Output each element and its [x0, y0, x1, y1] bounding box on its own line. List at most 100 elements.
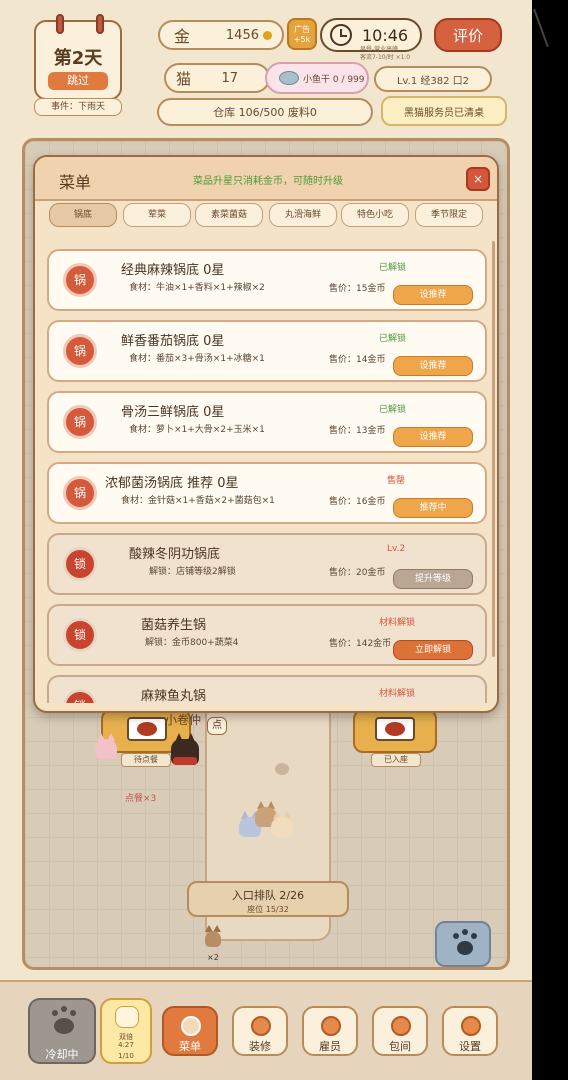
double-timer: 4:27 — [118, 1041, 134, 1049]
cat-value: 17 — [221, 70, 238, 86]
item-desc: 食材：番茄×3+骨汤×1+冰糖×1 — [129, 354, 265, 364]
queue-seats: 座位 15/32 — [247, 905, 289, 914]
ad-bonus-button[interactable]: 广告 +5k — [287, 18, 317, 50]
pot-icon: 锅 — [63, 476, 97, 510]
nav-decorate-button[interactable]: 装修 — [232, 1006, 288, 1056]
double-income-button[interactable]: 双倍 4:27 1/10 — [100, 998, 152, 1064]
event-label: 事件：下雨天 — [34, 98, 122, 116]
decorate-icon — [251, 1016, 271, 1036]
item-status: 已解锁 — [379, 334, 407, 344]
set-recommend-button[interactable]: 设推荐 — [393, 285, 473, 305]
pot-icon: 锅 — [63, 405, 97, 439]
notice-banner: 黑猫服务员已清桌 — [381, 96, 507, 126]
tab-seasonal[interactable]: 季节限定 — [415, 203, 483, 227]
item-price: 售价：20金币 — [329, 568, 386, 578]
nav-settings-label: 设置 — [459, 1040, 481, 1053]
item-price: 售价：13金币 — [329, 426, 386, 436]
coin-icon — [263, 30, 272, 40]
menu-item[interactable]: 锅 骨汤三鲜锅底 0星 食材：萝卜×1+大骨×2+玉米×1 已解锁 售价：13金… — [47, 391, 487, 453]
ad-amount: +5k — [293, 35, 311, 44]
nav-decorate-label: 装修 — [249, 1040, 271, 1053]
menu-tabs: 锅底 荤菜 素菜菌菇 丸滑海鲜 特色小吃 季节限定 — [49, 203, 489, 229]
edge-mark — [533, 8, 549, 48]
menu-item[interactable]: 锅 浓郁菌汤锅底 推荐 0星 食材：金针菇×1+香菇×2+菌菇包×1 售罄 售价… — [47, 462, 487, 524]
cooldown-button[interactable]: 冷却中 — [28, 998, 96, 1064]
recommending-button[interactable]: 推荐中 — [393, 498, 473, 518]
pot-icon: 锅 — [63, 334, 97, 368]
set-recommend-button[interactable]: 设推荐 — [393, 356, 473, 376]
paw-icon — [457, 941, 473, 955]
list-scrollbar[interactable] — [492, 241, 495, 657]
staff-icon — [321, 1016, 341, 1036]
entrance-queue-panel: 入口排队 2/26 座位 15/32 — [187, 881, 349, 917]
tab-vegetables[interactable]: 素菜菌菇 — [195, 203, 263, 227]
skip-day-button[interactable]: 跳过 — [48, 72, 108, 90]
gold-counter: 金 1456 — [158, 20, 284, 50]
clock-icon — [330, 24, 352, 46]
table-left-label: 待点餐 — [121, 753, 171, 767]
menu-item-locked[interactable]: 锁 麻辣鱼丸锅 材料解锁 — [47, 675, 487, 703]
nav-staff-button[interactable]: 雇员 — [302, 1006, 358, 1056]
item-price: 售价：142金币 — [329, 639, 392, 649]
calendar-ring-left — [56, 14, 64, 34]
table-right[interactable] — [353, 709, 437, 753]
menu-item-locked[interactable]: 锁 菌菇养生锅 解锁：金币800+蔬菜4 材料解锁 售价：142金币 立即解锁 — [47, 604, 487, 666]
cat-face-icon — [115, 1006, 139, 1028]
item-status: 材料解锁 — [379, 618, 416, 628]
gold-value: 1456 — [225, 27, 259, 43]
tab-soup-base[interactable]: 锅底 — [49, 203, 117, 227]
menu-item-locked[interactable]: 锁 酸辣冬阴功锅底 解锁：店铺等级2解锁 Lv.2 售价：20金币 提升等级 — [47, 533, 487, 595]
item-name: 浓郁菌汤锅底 推荐 0星 — [105, 476, 239, 491]
settings-icon — [461, 1016, 481, 1036]
arriving-count: ×2 — [207, 953, 219, 962]
rate-button[interactable]: 评价 — [434, 18, 502, 52]
cat-counter: 猫 17 — [164, 63, 270, 93]
pot-icon: 锅 — [63, 263, 97, 297]
menu-item-list[interactable]: 锅 经典麻辣锅底 0星 食材：牛油×1+香料×1+辣椒×2 已解锁 售价：15金… — [47, 241, 489, 703]
tab-seafood[interactable]: 丸滑海鲜 — [269, 203, 337, 227]
hotpot-right — [375, 717, 415, 741]
calendar-ring-right — [96, 14, 104, 34]
cat-label: 猫 — [176, 69, 192, 88]
menu-item[interactable]: 锅 经典麻辣锅底 0星 食材：牛油×1+香料×1+辣椒×2 已解锁 售价：15金… — [47, 249, 487, 311]
order-bubble: 点 — [207, 717, 227, 735]
item-desc: 食材：牛油×1+香料×1+辣椒×2 — [129, 283, 265, 293]
menu-title: 菜单 — [59, 173, 92, 192]
lock-icon: 锁 — [63, 547, 97, 581]
day-calendar: 第2天 跳过 — [34, 14, 122, 100]
arriving-cat[interactable] — [203, 921, 223, 947]
queue-cat-cream[interactable] — [269, 807, 295, 839]
level-display: Lv.1 经382 口2 — [374, 66, 492, 92]
item-price: 售价：14金币 — [329, 355, 386, 365]
item-name: 经典麻辣锅底 0星 — [121, 263, 225, 278]
unlock-now-button[interactable]: 立即解锁 — [393, 640, 473, 660]
private-room-icon — [391, 1016, 411, 1036]
nav-menu-label: 菜单 — [179, 1040, 201, 1053]
menu-item[interactable]: 锅 鲜香番茄锅底 0星 食材：番茄×3+骨汤×1+冰糖×1 已解锁 售价：14金… — [47, 320, 487, 382]
hotpot-left — [127, 717, 167, 741]
nav-private-room-button[interactable]: 包间 — [372, 1006, 428, 1056]
item-desc: 食材：金针菇×1+香菇×2+菌菇包×1 — [121, 496, 275, 506]
set-recommend-button[interactable]: 设推荐 — [393, 427, 473, 447]
item-name: 麻辣鱼丸锅 — [141, 689, 207, 703]
tab-meat[interactable]: 荤菜 — [123, 203, 191, 227]
nav-settings-button[interactable]: 设置 — [442, 1006, 498, 1056]
order-count: 点餐×3 — [125, 794, 157, 804]
item-status: 售罄 — [387, 476, 406, 486]
waiter-cat-black[interactable] — [169, 729, 201, 769]
item-desc: 解锁：金币800+蔬菜4 — [145, 638, 239, 648]
nav-menu-button[interactable]: 菜单 — [162, 1006, 218, 1056]
lock-icon: 锁 — [63, 689, 97, 703]
level-up-button[interactable]: 提升等级 — [393, 569, 473, 589]
customer-cat-pink[interactable] — [93, 729, 119, 761]
item-name: 骨汤三鲜锅底 0星 — [121, 405, 225, 420]
paw-action-button[interactable] — [435, 921, 491, 967]
tab-snacks[interactable]: 特色小吃 — [341, 203, 409, 227]
item-desc: 解锁：店铺等级2解锁 — [149, 567, 236, 577]
item-status: Lv.2 — [387, 544, 406, 554]
menu-header: 菜单 菜品升星只消耗金币，可随时升级 × — [35, 157, 497, 201]
ad-label: 广告 — [294, 25, 310, 34]
menu-dialog: 菜单 菜品升星只消耗金币，可随时升级 × 锅底 荤菜 素菜菌菇 丸滑海鲜 特色小… — [33, 155, 499, 713]
item-status: 已解锁 — [379, 263, 407, 273]
close-button[interactable]: × — [466, 167, 490, 191]
